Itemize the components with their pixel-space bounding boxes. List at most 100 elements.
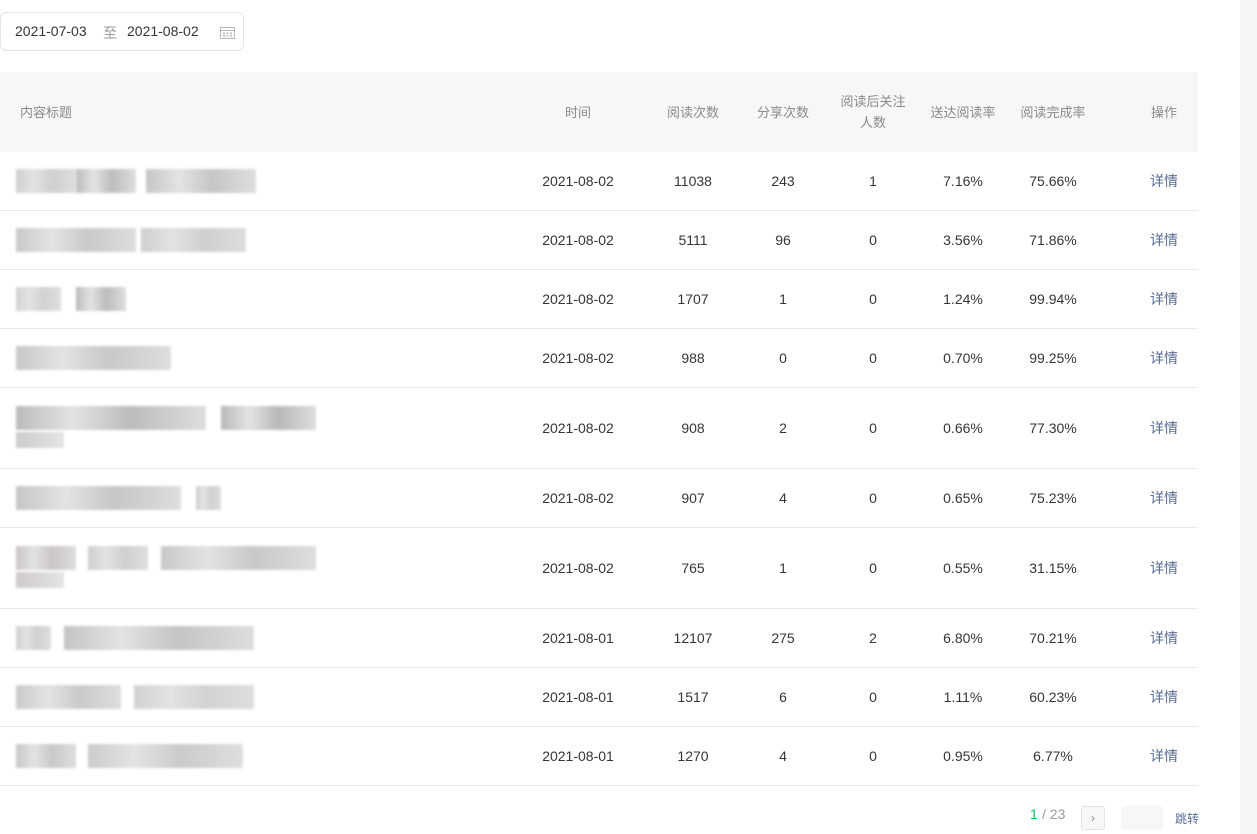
content-title-redacted: [0, 211, 520, 269]
detail-link[interactable]: 详情: [1150, 746, 1178, 766]
scrollbar-track[interactable]: [1240, 0, 1257, 834]
content-title-redacted: [0, 528, 520, 608]
redacted-title-block: [16, 169, 76, 193]
delivery-rate-cell: 0.65%: [943, 490, 983, 506]
detail-link[interactable]: 详情: [1150, 558, 1178, 578]
reads-cell: 765: [681, 560, 705, 576]
start-date[interactable]: 2021-07-03: [15, 23, 87, 39]
detail-link[interactable]: 详情: [1150, 348, 1178, 368]
completion-rate-cell: 75.66%: [1029, 173, 1077, 189]
table-row: 2021-08-02 988 0 0 0.70% 99.25% 详情: [0, 329, 1198, 388]
time-cell: 2021-08-02: [542, 291, 614, 307]
detail-link-cell: 详情: [1134, 388, 1194, 468]
detail-link-cell: 详情: [1134, 469, 1194, 527]
redacted-title-block: [16, 287, 61, 311]
shares-cell: 0: [779, 350, 787, 366]
shares-cell: 1: [779, 560, 787, 576]
content-title-redacted: [0, 469, 520, 527]
redacted-title-block: [141, 228, 246, 252]
redacted-title-block: [161, 546, 316, 570]
follows-cell: 0: [869, 560, 877, 576]
date-range-picker[interactable]: 2021-07-03 至 2021-08-02: [0, 12, 244, 51]
redacted-title-block: [196, 486, 221, 510]
redacted-title-block: [88, 546, 148, 570]
completion-rate-cell: 99.94%: [1029, 291, 1077, 307]
content-title-redacted: [0, 152, 520, 210]
content-title-redacted: [0, 270, 520, 328]
time-cell: 2021-08-01: [542, 689, 614, 705]
detail-link[interactable]: 详情: [1150, 628, 1178, 648]
time-cell: 2021-08-02: [542, 173, 614, 189]
detail-link-cell: 详情: [1134, 528, 1194, 608]
time-cell: 2021-08-02: [542, 350, 614, 366]
redacted-title-block: [16, 486, 181, 510]
pagination-total: / 23: [1042, 806, 1066, 822]
redacted-title-block: [76, 287, 126, 311]
detail-link[interactable]: 详情: [1150, 230, 1178, 250]
shares-cell: 4: [779, 490, 787, 506]
header-follows-line2: 人数: [859, 115, 886, 130]
completion-rate-cell: 71.86%: [1029, 232, 1077, 248]
table-body: 2021-08-02 11038 243 1 7.16% 75.66% 详情 2021-08-…: [0, 152, 1198, 786]
time-cell: 2021-08-02: [542, 560, 614, 576]
time-cell: 2021-08-02: [542, 232, 614, 248]
shares-cell: 275: [771, 630, 795, 646]
page-jump-button[interactable]: 跳转: [1175, 810, 1199, 827]
redacted-title-block: [16, 406, 206, 430]
completion-rate-cell: 6.77%: [1033, 748, 1073, 764]
redacted-title-block: [16, 546, 76, 570]
detail-link[interactable]: 详情: [1150, 687, 1178, 707]
reads-cell: 5111: [678, 232, 708, 248]
reads-cell: 1707: [677, 291, 709, 307]
completion-rate-cell: 70.21%: [1029, 630, 1077, 646]
redacted-title-block: [16, 432, 64, 448]
reads-cell: 1270: [677, 748, 709, 764]
detail-link-cell: 详情: [1134, 329, 1194, 387]
page-jump-input[interactable]: [1121, 806, 1163, 830]
delivery-rate-cell: 3.56%: [943, 232, 983, 248]
detail-link[interactable]: 详情: [1150, 171, 1178, 191]
time-cell: 2021-08-02: [542, 420, 614, 436]
detail-link-cell: 详情: [1134, 270, 1194, 328]
delivery-rate-cell: 1.11%: [943, 689, 983, 705]
detail-link-cell: 详情: [1134, 152, 1194, 210]
time-cell: 2021-08-02: [542, 490, 614, 506]
detail-link[interactable]: 详情: [1150, 488, 1178, 508]
follows-cell: 0: [869, 490, 877, 506]
shares-cell: 2: [779, 420, 787, 436]
next-page-button[interactable]: ›: [1081, 806, 1105, 830]
time-cell: 2021-08-01: [542, 748, 614, 764]
detail-link[interactable]: 详情: [1150, 289, 1178, 309]
redacted-title-block: [134, 685, 254, 709]
table-row: 2021-08-02 907 4 0 0.65% 75.23% 详情: [0, 469, 1198, 528]
redacted-title-block: [221, 406, 316, 430]
completion-rate-cell: 60.23%: [1029, 689, 1077, 705]
delivery-rate-cell: 0.95%: [943, 748, 983, 764]
shares-cell: 6: [779, 689, 787, 705]
reads-cell: 1517: [677, 689, 709, 705]
table-row: 2021-08-01 1517 6 0 1.11% 60.23% 详情: [0, 668, 1198, 727]
reads-cell: 11038: [674, 173, 712, 189]
end-date[interactable]: 2021-08-02: [127, 23, 199, 39]
redacted-title-block: [16, 744, 76, 768]
follows-cell: 1: [869, 173, 877, 189]
detail-link[interactable]: 详情: [1150, 418, 1178, 438]
detail-link-cell: 详情: [1134, 609, 1194, 667]
redacted-title-block: [16, 685, 121, 709]
follows-cell: 2: [869, 630, 877, 646]
table-row: 2021-08-02 5111 96 0 3.56% 71.86% 详情: [0, 211, 1198, 270]
calendar-icon[interactable]: [220, 26, 235, 39]
redacted-title-block: [16, 572, 64, 588]
table-row: 2021-08-02 1707 1 0 1.24% 99.94% 详情: [0, 270, 1198, 329]
redacted-title-block: [16, 346, 171, 370]
table-row: 2021-08-01 12107 275 2 6.80% 70.21% 详情: [0, 609, 1198, 668]
reads-cell: 12107: [673, 630, 713, 646]
header-reads: 阅读次数: [666, 104, 719, 120]
redacted-title-block: [88, 744, 243, 768]
detail-link-cell: 详情: [1134, 668, 1194, 726]
reads-cell: 907: [681, 490, 705, 506]
table-row: 2021-08-01 1270 4 0 0.95% 6.77% 详情: [0, 727, 1198, 786]
follows-cell: 0: [869, 689, 877, 705]
header-time: 时间: [564, 104, 591, 120]
follows-cell: 0: [869, 350, 877, 366]
